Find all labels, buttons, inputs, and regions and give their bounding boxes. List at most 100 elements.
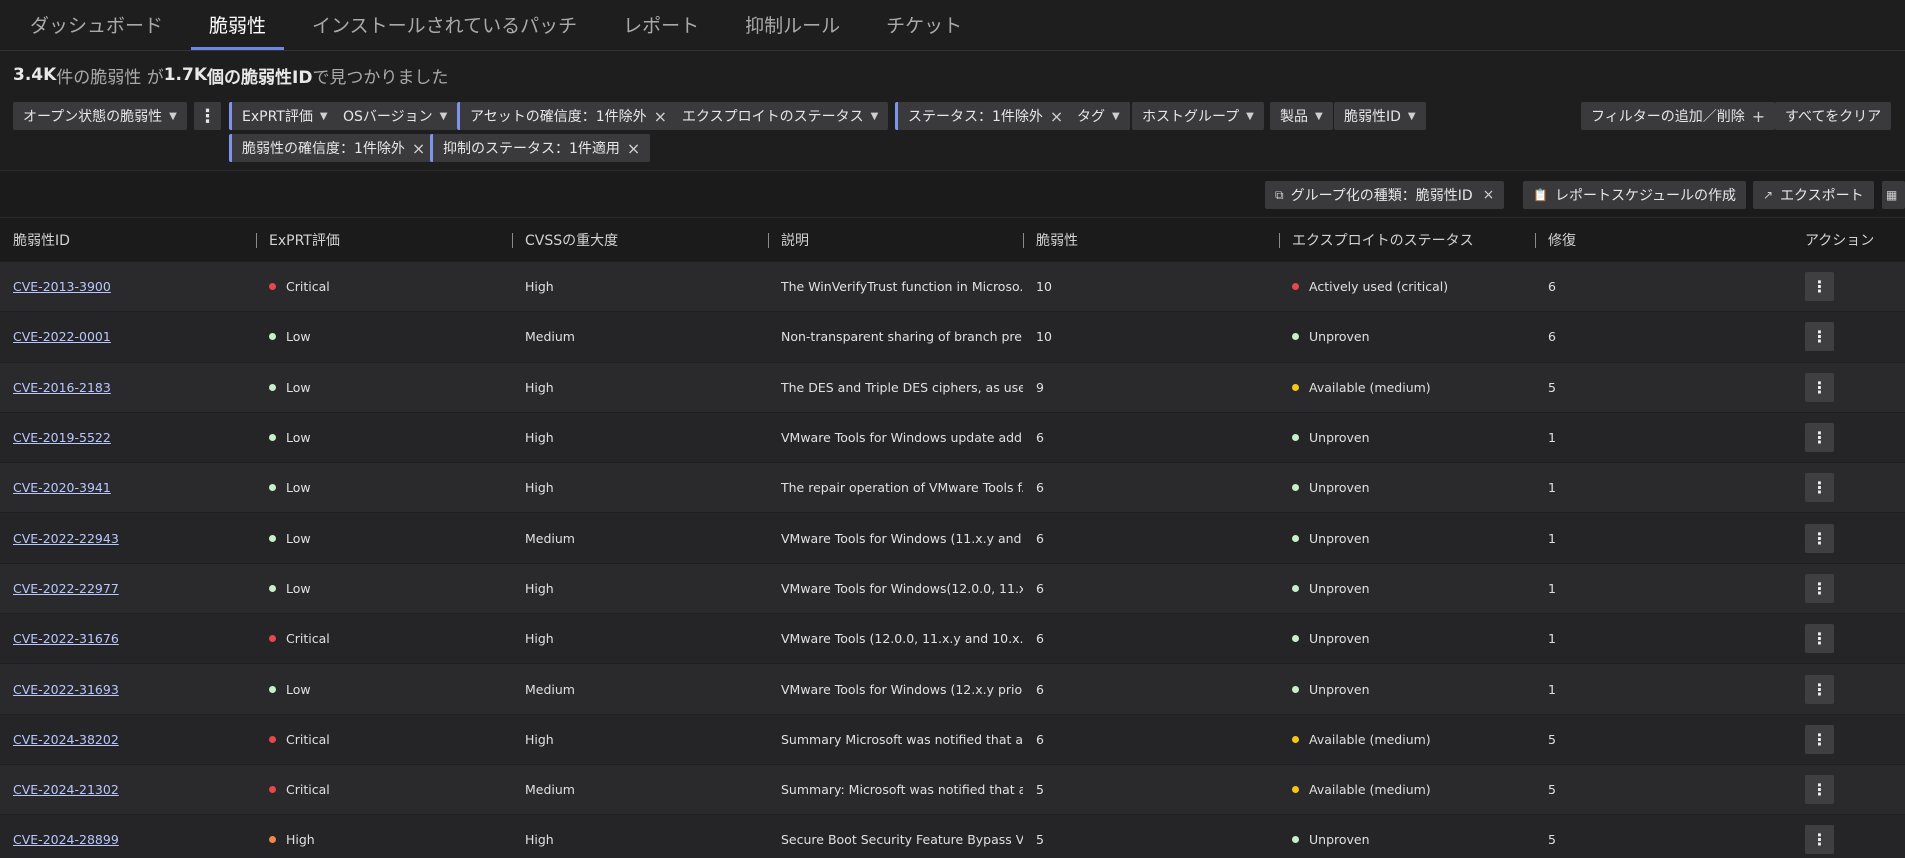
filter-os-version[interactable]: OSバージョン ▼ xyxy=(333,102,458,130)
exploit-dot-icon xyxy=(1292,534,1299,542)
vuln-id-link[interactable]: CVE-2024-28899 xyxy=(13,832,119,847)
chevron-down-icon: ▼ xyxy=(319,110,328,122)
filter-bar: オープン状態の脆弱性 ▼ ⋮ ExPRT評価 ▼ OSバージョン ▼ アセットの確信度… xyxy=(0,99,1905,170)
close-icon[interactable]: × xyxy=(1483,187,1495,203)
cell-description: Non-transparent sharing of branch pre... xyxy=(781,329,1023,345)
col-vulnerabilities[interactable]: 脆弱性 xyxy=(1023,218,1279,262)
export-button[interactable]: ↗ エクスポート xyxy=(1753,181,1874,209)
cell-exprt: Low xyxy=(256,329,512,344)
filter-exploit-status[interactable]: エクスプロイトのステータス ▼ xyxy=(672,102,889,130)
kebab-icon: ⋮ xyxy=(1811,428,1828,448)
tab-reports[interactable]: レポート xyxy=(605,0,717,50)
vuln-id-link[interactable]: CVE-2024-38202 xyxy=(13,732,119,747)
column-layout-button[interactable]: ▦ xyxy=(1882,181,1905,209)
cell-exprt: Low xyxy=(256,682,512,697)
table-body: CVE-2013-3900 Critical High The WinVerif… xyxy=(0,261,1905,858)
exploit-dot-icon xyxy=(1292,484,1299,492)
row-actions-button[interactable]: ⋮ xyxy=(1805,523,1834,553)
vuln-id-link[interactable]: CVE-2022-22943 xyxy=(13,531,119,546)
cell-vuln-id: CVE-2024-38202 xyxy=(0,732,256,747)
col-exploit-status[interactable]: エクスプロイトのステータス xyxy=(1279,218,1535,262)
table-row: CVE-2024-28899 High High Secure Boot Sec… xyxy=(0,814,1905,858)
filter-product[interactable]: 製品 ▼ xyxy=(1270,102,1333,130)
group-by-button[interactable]: ⧉ グループ化の種類：脆弱性ID × xyxy=(1265,181,1505,209)
filter-tag[interactable]: タグ ▼ xyxy=(1067,102,1130,130)
row-actions-button[interactable]: ⋮ xyxy=(1805,775,1834,805)
filter-asset-confidence[interactable]: アセットの確信度：1件除外 × xyxy=(457,102,678,130)
filter-label: ホストグループ xyxy=(1142,109,1240,125)
filter-suppress-status[interactable]: 抑制のステータス：1件適用 × xyxy=(430,134,651,162)
cell-cvss: High xyxy=(525,731,554,747)
cell-description: VMware Tools for Windows (12.x.y prior..… xyxy=(781,681,1023,697)
vuln-id-link[interactable]: CVE-2022-31693 xyxy=(13,682,119,697)
button-label: グループ化の種類：脆弱性ID xyxy=(1290,188,1473,204)
vuln-id-link[interactable]: CVE-2019-5522 xyxy=(13,430,111,445)
col-exprt[interactable]: ExPRT評価 xyxy=(256,218,512,262)
filter-vuln-confidence[interactable]: 脆弱性の確信度：1件除外 × xyxy=(229,134,436,162)
filter-vuln-id[interactable]: 脆弱性ID ▼ xyxy=(1334,102,1426,130)
cell-exprt: Low xyxy=(256,480,512,495)
col-cvss[interactable]: CVSSの重大度 xyxy=(512,218,768,262)
vuln-id-link[interactable]: CVE-2020-3941 xyxy=(13,480,111,495)
vuln-id-link[interactable]: CVE-2016-2183 xyxy=(13,380,111,395)
exploit-dot-icon xyxy=(1292,434,1299,442)
tab-dashboard[interactable]: ダッシュボード xyxy=(12,0,181,50)
tab-vulnerabilities[interactable]: 脆弱性 xyxy=(191,0,285,50)
close-icon[interactable]: × xyxy=(627,139,640,158)
cell-vuln-count: 6 xyxy=(1036,530,1044,546)
close-icon[interactable]: × xyxy=(654,107,667,126)
columns-icon: ▦ xyxy=(1886,188,1898,202)
row-actions-button[interactable]: ⋮ xyxy=(1805,624,1834,654)
col-remediation[interactable]: 修復 xyxy=(1535,218,1792,262)
kebab-icon: ⋮ xyxy=(1811,679,1828,699)
clear-all-button[interactable]: すべてをクリア xyxy=(1775,102,1892,130)
cell-exprt: Critical xyxy=(256,279,512,294)
row-actions-button[interactable]: ⋮ xyxy=(1805,724,1834,754)
col-vuln-id[interactable]: 脆弱性ID xyxy=(0,218,256,262)
vuln-id-link[interactable]: CVE-2022-22977 xyxy=(13,581,119,596)
cell-exploit-status: Unproven xyxy=(1279,531,1535,546)
cell-remediation: 1 xyxy=(1548,430,1556,446)
exprt-value: Low xyxy=(286,480,311,496)
vuln-id-link[interactable]: CVE-2013-3900 xyxy=(13,279,111,294)
cell-cvss: High xyxy=(525,430,554,446)
create-report-schedule-button[interactable]: 📋 レポートスケジュールの作成 xyxy=(1523,181,1746,209)
close-icon[interactable]: × xyxy=(1050,107,1063,126)
filter-more-button[interactable]: ⋮ xyxy=(194,102,221,130)
col-description[interactable]: 説明 xyxy=(768,218,1023,262)
vuln-id-link[interactable]: CVE-2022-31676 xyxy=(13,631,119,646)
filter-status[interactable]: ステータス：1件除外 × xyxy=(895,102,1074,130)
vuln-id-link[interactable]: CVE-2022-0001 xyxy=(13,329,111,344)
filter-open-state[interactable]: オープン状態の脆弱性 ▼ xyxy=(13,102,187,130)
filter-exprt[interactable]: ExPRT評価 ▼ xyxy=(229,102,338,130)
tab-suppression-rules[interactable]: 抑制ルール xyxy=(727,0,858,50)
row-actions-button[interactable]: ⋮ xyxy=(1805,573,1834,603)
table-header: 脆弱性ID ExPRT評価 CVSSの重大度 説明 脆弱性 エクスプロイトのステ… xyxy=(0,217,1905,261)
cell-exprt: Critical xyxy=(256,732,512,747)
add-remove-filter-button[interactable]: フィルターの追加／削除 + xyxy=(1581,102,1776,130)
table-row: CVE-2016-2183 Low High The DES and Tripl… xyxy=(0,361,1905,412)
row-actions-button[interactable]: ⋮ xyxy=(1805,322,1834,352)
filter-host-group[interactable]: ホストグループ ▼ xyxy=(1132,102,1264,130)
row-actions-button[interactable]: ⋮ xyxy=(1805,674,1834,704)
vuln-id-count: 1.7K xyxy=(163,65,207,85)
severity-dot-icon xyxy=(269,735,276,743)
row-actions-button[interactable]: ⋮ xyxy=(1805,372,1834,402)
exprt-value: High xyxy=(286,832,315,848)
exploit-value: Unproven xyxy=(1309,631,1370,647)
row-actions-button[interactable]: ⋮ xyxy=(1805,473,1834,503)
filter-label: 抑制のステータス：1件適用 xyxy=(443,141,620,157)
cell-description: VMware Tools (12.0.0, 11.x.y and 10.x.y)… xyxy=(781,631,1023,647)
tab-installed-patches[interactable]: インストールされているパッチ xyxy=(294,0,595,50)
cell-vuln-id: CVE-2024-21302 xyxy=(0,782,256,797)
cell-exprt: Low xyxy=(256,581,512,596)
row-actions-button[interactable]: ⋮ xyxy=(1805,423,1834,453)
close-icon[interactable]: × xyxy=(412,139,425,158)
exprt-value: Low xyxy=(286,580,311,596)
cell-exploit-status: Available (medium) xyxy=(1279,732,1535,747)
vuln-id-link[interactable]: CVE-2024-21302 xyxy=(13,782,119,797)
tab-tickets[interactable]: チケット xyxy=(868,0,980,50)
row-actions-button[interactable]: ⋮ xyxy=(1805,825,1834,855)
cell-vuln-id: CVE-2022-31693 xyxy=(0,682,256,697)
row-actions-button[interactable]: ⋮ xyxy=(1805,272,1834,302)
